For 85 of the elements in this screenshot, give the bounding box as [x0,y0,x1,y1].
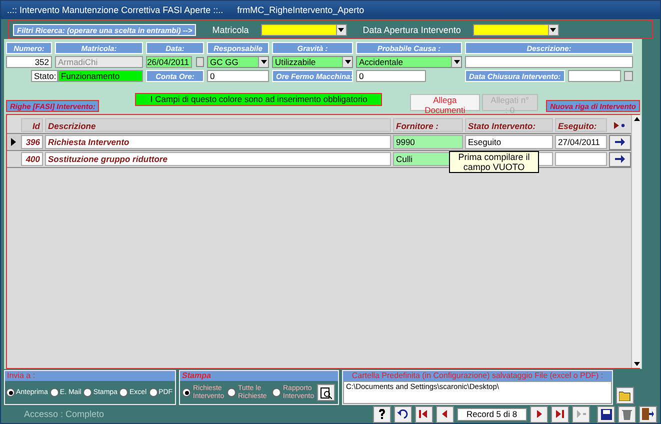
new-record-button[interactable] [572,406,590,422]
first-record-button[interactable] [414,406,433,422]
window-title: ..:: Intervento Manutenzione Correttiva FASI Aperte ::.. [7,5,224,15]
first-record-icon [419,410,428,418]
undo-button[interactable] [394,406,412,422]
radio-button[interactable] [148,388,158,397]
dropdown-field[interactable]: Utilizzabile [272,56,353,68]
field-label: Stato: [31,70,58,82]
filter-dropdown[interactable] [472,24,559,36]
radio-button[interactable] [119,388,128,397]
radio-button[interactable] [227,388,236,397]
undo-icon [396,409,409,419]
record-counter: Record 5 di 8 [456,408,527,420]
help-button[interactable] [372,406,391,422]
previous-record-button[interactable] [436,406,454,422]
radio-button[interactable] [182,388,191,397]
door-exit-icon [642,408,654,420]
table-cell: 396 [21,135,43,149]
new-record-icon [614,122,626,128]
scrollbar[interactable] [631,115,641,368]
column-header: Fornitore : [393,118,463,132]
last-record-icon [556,410,564,418]
attachment-button[interactable]: Allega Documenti [410,94,480,111]
open-folder-button[interactable] [616,387,634,404]
dropdown-arrow-icon [550,28,556,32]
next-record-button[interactable] [530,406,548,422]
scroll-down-icon [632,360,642,368]
required-note: I Campi di questo colore sono ad inserimento obbligatorio [135,93,382,106]
column-header: Descrizione [45,118,391,132]
dropdown-field[interactable]: GC GG [207,56,269,68]
filter-label: Matricola [212,24,249,34]
record-pointer-icon [10,138,16,146]
radio-button[interactable] [83,388,92,397]
radio-button[interactable] [6,388,15,397]
access-status: Accesso : Completo [24,409,106,419]
date-field[interactable]: 26/04/2011 [146,56,192,68]
last-record-button[interactable] [551,406,569,422]
dropdown-arrow-icon [338,28,344,32]
panel-header: Invia a : [5,371,175,381]
dropdown-field[interactable]: Accidentale [356,56,462,68]
exit-button[interactable] [639,406,657,422]
status-field[interactable]: Funzionamento [58,70,143,82]
input-field[interactable] [465,56,633,68]
column-header: Stato Intervento: [465,118,553,132]
table-cell: Richiesta Intervento [45,135,391,149]
scroll-up-icon [632,115,642,123]
table-cell: 9990 [393,135,463,149]
dropdown-arrow-icon [344,60,350,64]
table-cell: 400 [21,152,43,166]
input-field[interactable]: 352 [6,56,52,68]
open-row-button[interactable] [609,134,631,150]
filter-label: Data Apertura Intervento [362,24,461,34]
table-cell [555,152,607,166]
panel-header: Cartella Predefinita (in Configurazione) salvataggio File (excel o PDF) : [343,371,612,381]
form-name: frmMC_RigheIntervento_Aperto [237,5,364,15]
input-field[interactable]: 0 [207,70,269,82]
save-icon [600,408,612,420]
date-field[interactable] [568,70,622,82]
radio-button[interactable] [272,388,281,397]
next-record-icon [534,410,544,418]
calendar-button[interactable] [624,71,633,81]
new-record-icon [576,410,586,418]
radio-button[interactable] [50,388,59,397]
dropdown-arrow-icon [454,60,460,64]
column-header: Id [21,118,43,132]
magnifier-page-icon [320,386,332,398]
open-row-button[interactable] [609,152,631,166]
folder-icon [619,390,631,400]
table-row[interactable]: 396 Richiesta Intervento 9990 Eseguito 27/04/2011 [7,134,631,151]
calendar-button[interactable] [196,57,204,67]
delete-button[interactable] [618,406,636,422]
trash-icon [622,408,632,420]
filter-dropdown[interactable] [260,24,347,36]
table-cell: Sostituzione gruppo riduttore [45,152,391,166]
panel-header: Stampa [180,371,338,381]
previous-record-icon [440,410,450,418]
table-cell: 27/04/2011 [555,135,607,149]
question-mark-icon [378,409,386,419]
save-button[interactable] [597,406,615,422]
preview-button[interactable] [317,384,335,401]
column-header: Eseguito: [555,118,607,132]
table-cell: Eseguito [465,135,553,149]
dropdown-arrow-icon [260,60,266,64]
input-field[interactable]: 0 [356,70,426,82]
tooltip: Prima compilare il campo VUOTO [449,151,539,173]
